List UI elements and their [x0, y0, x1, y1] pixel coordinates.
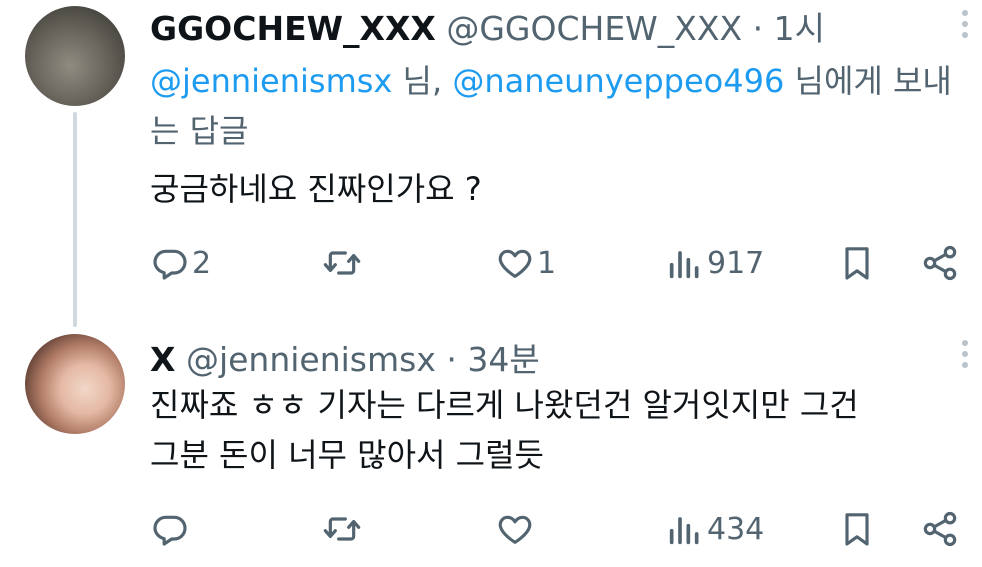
bookmark-icon	[845, 513, 869, 546]
views-button[interactable]: 917	[665, 238, 764, 288]
share-button[interactable]	[920, 238, 960, 288]
avatar[interactable]	[25, 334, 125, 434]
share-icon	[923, 245, 957, 281]
timestamp[interactable]: 34분	[467, 340, 539, 379]
reply-button[interactable]: 2	[150, 238, 211, 288]
display-name[interactable]: X	[150, 340, 175, 379]
like-button[interactable]: 1	[495, 238, 556, 288]
replying-text: 님,	[392, 62, 453, 100]
tweet-text: 진짜죠 ㅎㅎ 기자는 다르게 나왔던건 알거잇지만 그건 그분 돈이 너무 많아…	[150, 380, 859, 480]
display-name[interactable]: GGOCHEW_XXX	[150, 9, 436, 48]
like-count: 1	[537, 245, 557, 281]
bookmark-icon	[845, 247, 869, 280]
separator-dot: ·	[446, 340, 457, 379]
thread-connector-line	[73, 112, 77, 327]
tweet-header: X @jennienismsx · 34분	[150, 333, 540, 381]
view-count: 917	[707, 245, 765, 281]
tweet-text-line: 그분 돈이 너무 많아서 그럴듯	[150, 436, 544, 474]
reply-count: 2	[192, 245, 212, 281]
tweet-text: 궁금하네요 진짜인가요 ?	[150, 170, 482, 208]
avatar[interactable]	[25, 6, 125, 106]
reply-icon	[153, 249, 187, 280]
views-icon	[669, 251, 699, 279]
more-icon[interactable]	[958, 10, 972, 43]
retweet-icon	[323, 251, 361, 275]
reply-icon	[153, 515, 187, 546]
share-icon	[923, 511, 957, 547]
retweet-icon	[323, 517, 361, 541]
like-icon	[498, 249, 532, 278]
mention-link[interactable]: @naneunyeppeo496	[452, 62, 784, 100]
like-button[interactable]	[495, 504, 537, 554]
like-icon	[498, 515, 532, 544]
action-bar: 434	[150, 504, 962, 554]
more-icon[interactable]	[958, 340, 972, 373]
view-count: 434	[707, 511, 765, 547]
user-handle[interactable]: @jennienismsx	[186, 340, 436, 379]
retweet-button[interactable]	[322, 504, 364, 554]
tweet-header: GGOCHEW_XXX @GGOCHEW_XXX · 1시	[150, 2, 825, 50]
mention-link[interactable]: @jennienismsx	[150, 62, 392, 100]
views-icon	[669, 517, 699, 545]
bookmark-button[interactable]	[837, 504, 877, 554]
action-bar: 2 1 917	[150, 238, 962, 288]
retweet-button[interactable]	[322, 238, 364, 288]
user-handle[interactable]: @GGOCHEW_XXX	[446, 9, 742, 48]
bookmark-button[interactable]	[837, 238, 877, 288]
tweet-text-line: 진짜죠 ㅎㅎ 기자는 다르게 나왔던건 알거잇지만 그건	[150, 386, 859, 424]
reply-button[interactable]	[150, 504, 192, 554]
separator-dot: ·	[752, 9, 764, 48]
share-button[interactable]	[920, 504, 960, 554]
replying-to: @jennienismsx 님, @naneunyeppeo496 님에게 보내…	[150, 56, 970, 156]
timestamp[interactable]: 1시	[774, 9, 825, 48]
views-button[interactable]: 434	[665, 504, 764, 554]
